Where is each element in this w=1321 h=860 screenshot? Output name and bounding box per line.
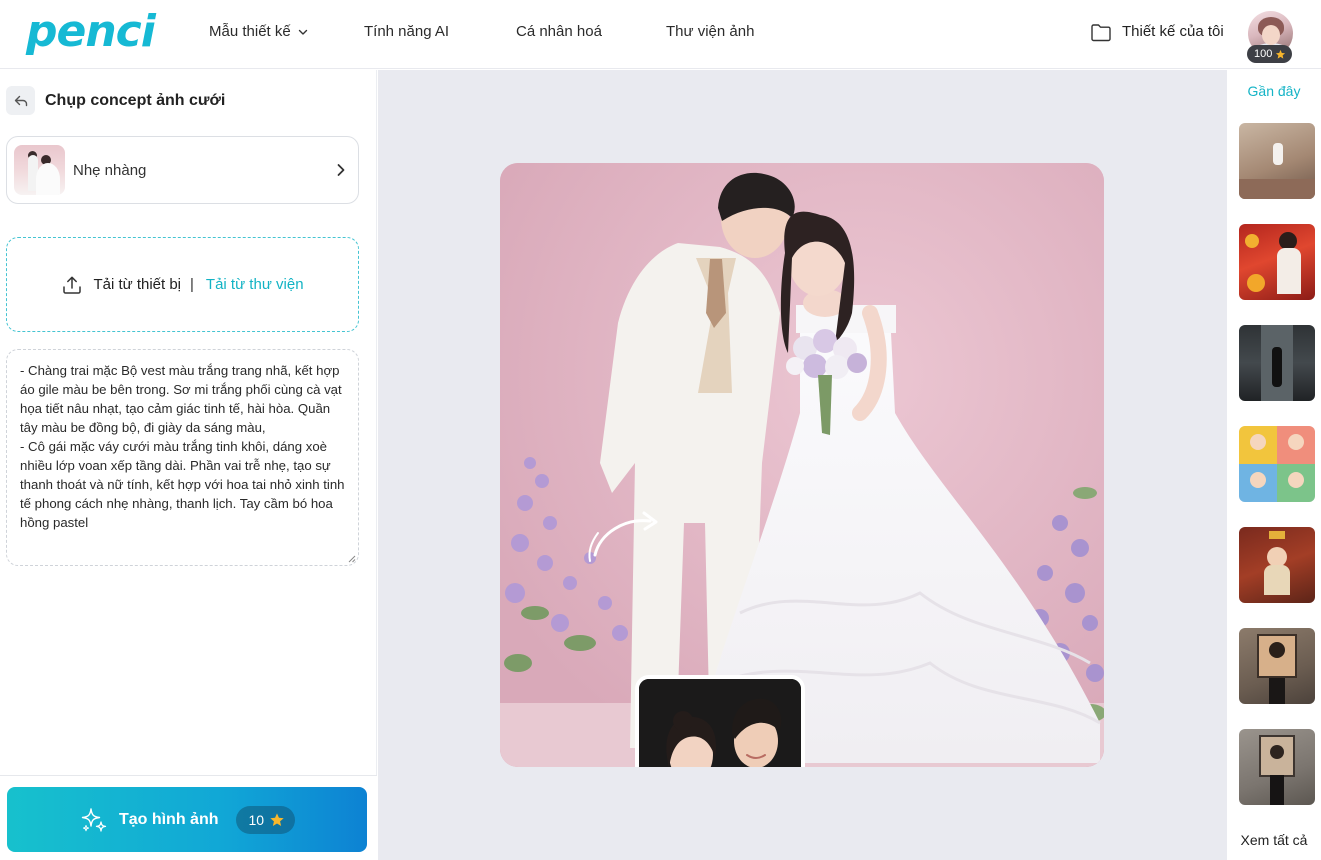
- nav-photo-library-label: Thư viện ảnh: [666, 23, 755, 40]
- back-button[interactable]: [6, 86, 35, 115]
- recent-tab[interactable]: Gần đây: [1227, 82, 1321, 100]
- coin-balance-value: 100: [1254, 48, 1273, 60]
- nav-templates[interactable]: Mẫu thiết kế: [209, 22, 309, 42]
- sparkle-icon: [81, 807, 107, 832]
- recent-thumb-5[interactable]: [1239, 527, 1315, 603]
- my-designs-label: Thiết kế của tôi: [1122, 23, 1224, 40]
- style-thumbnail: [14, 145, 65, 195]
- style-name: Nhẹ nhàng: [73, 162, 147, 179]
- nav-ai-features-label: Tính năng AI: [364, 23, 450, 40]
- left-panel: Chụp concept ảnh cưới Nhẹ nhàng Tải từ t…: [0, 70, 377, 860]
- recent-thumb-4[interactable]: [1239, 426, 1315, 502]
- recent-thumb-1[interactable]: [1239, 123, 1315, 199]
- upload-dropzone[interactable]: Tải từ thiết bị | Tải từ thư viện: [6, 237, 359, 332]
- recent-thumb-6[interactable]: [1239, 628, 1315, 704]
- star-coin-icon: [1276, 49, 1286, 59]
- folder-icon: [1091, 24, 1111, 42]
- star-coin-icon: [270, 812, 284, 826]
- upload-from-device-label: Tải từ thiết bị: [93, 276, 182, 293]
- resize-grip-icon[interactable]: [346, 553, 356, 563]
- nav-ai-features[interactable]: Tính năng AI: [364, 22, 449, 42]
- preview-canvas: [378, 70, 1227, 860]
- create-image-button[interactable]: Tạo hình ảnh 10: [7, 787, 367, 852]
- upload-from-library-link[interactable]: Tải từ thư viện: [206, 276, 304, 293]
- create-cost-value: 10: [248, 811, 265, 828]
- recent-thumb-3[interactable]: [1239, 325, 1315, 401]
- top-header: penci Mẫu thiết kế Tính năng AI Cá nhân …: [0, 0, 1321, 69]
- nav-templates-label: Mẫu thiết kế: [209, 23, 291, 40]
- create-footer: Tạo hình ảnh 10: [0, 775, 377, 860]
- nav-personalize[interactable]: Cá nhân hoá: [516, 22, 602, 42]
- reference-face-photo: [635, 675, 805, 767]
- upload-separator: |: [190, 276, 194, 293]
- back-arrow-icon: [14, 95, 27, 106]
- upload-from-device-button[interactable]: Tải từ thiết bị: [61, 274, 181, 296]
- coin-balance-badge: 100: [1247, 45, 1293, 63]
- create-image-label: Tạo hình ảnh: [118, 810, 219, 828]
- recent-thumb-7[interactable]: [1239, 729, 1315, 805]
- nav-photo-library[interactable]: Thư viện ảnh: [666, 22, 754, 42]
- style-selector[interactable]: Nhẹ nhàng: [6, 136, 359, 204]
- wedding-couple-image: [500, 163, 1104, 767]
- prompt-textarea[interactable]: - Chàng trai mặc Bộ vest màu trắng trang…: [6, 349, 359, 566]
- reference-couple-image: [639, 679, 801, 767]
- nav-personalize-label: Cá nhân hoá: [516, 23, 602, 40]
- panel-title: Chụp concept ảnh cưới: [45, 92, 226, 109]
- wedding-sample-preview: [500, 163, 1104, 767]
- recent-thumb-2[interactable]: [1239, 224, 1315, 300]
- prompt-text: - Chàng trai mặc Bộ vest màu trắng trang…: [20, 363, 345, 530]
- chevron-right-icon: [337, 164, 345, 176]
- see-all-link[interactable]: Xem tất cả: [1227, 831, 1321, 849]
- upload-icon: [63, 276, 82, 294]
- my-designs-button[interactable]: Thiết kế của tôi: [1090, 20, 1224, 44]
- recent-rail: Gần đây Xem tất cả: [1227, 70, 1321, 860]
- create-cost-badge: 10: [236, 805, 296, 834]
- penci-logo[interactable]: penci: [26, 6, 156, 58]
- chevron-down-icon: [298, 29, 307, 35]
